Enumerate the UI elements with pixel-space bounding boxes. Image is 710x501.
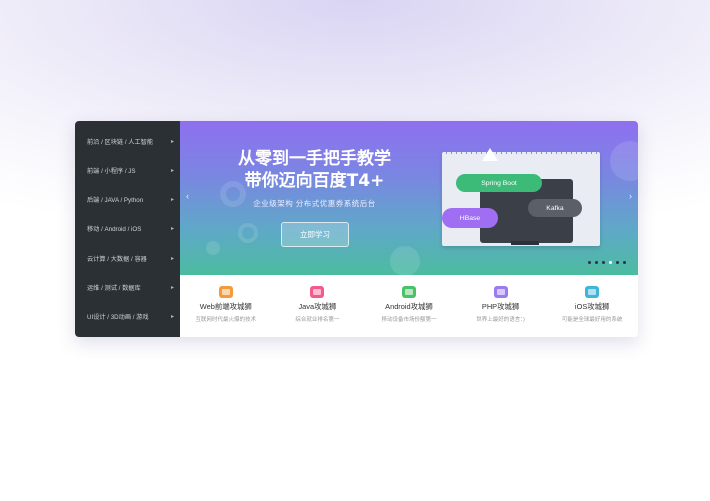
carousel-dot[interactable] xyxy=(602,261,605,264)
course-name: Android攻城狮 xyxy=(385,302,433,311)
course-desc: 综合就业排名第一 xyxy=(295,317,340,323)
chevron-right-icon: ▸ xyxy=(170,313,174,320)
sidebar-item-label: 云计算 / 大数据 / 容器 xyxy=(87,255,147,263)
chevron-right-icon: ▸ xyxy=(170,197,174,204)
main-area: 从零到一手把手教学 带你迈向百度T4+ 企业级架构 分布式优惠券系统后台 立即学… xyxy=(180,121,638,337)
banner-title-line2: 带你迈向百度T4+ xyxy=(244,171,385,191)
carousel-dot[interactable] xyxy=(588,261,591,264)
chevron-right-icon: ▸ xyxy=(170,255,174,262)
tag-spring-boot: Spring Boot xyxy=(456,174,542,192)
course-item[interactable]: PHP攻城狮 世界上最好的语言：) xyxy=(456,286,546,323)
sidebar-item-frontier[interactable]: 前沿 / 区块链 / 人工智能 ▸ xyxy=(75,129,180,155)
course-item[interactable]: Java攻城狮 综合就业排名第一 xyxy=(272,286,362,323)
course-item[interactable]: iOS攻城狮可能是全球最好用的系统 xyxy=(547,286,637,323)
sidebar-item-ops[interactable]: 运维 / 测试 / 数据库 ▸ xyxy=(75,274,180,300)
sidebar-item-label: UI设计 / 3D动画 / 游戏 xyxy=(87,313,149,321)
chevron-right-icon: ▸ xyxy=(170,226,174,233)
banner-title-line1: 从零到一手把手教学 xyxy=(238,149,391,169)
course-name: iOS攻城狮 xyxy=(574,302,610,311)
sidebar-item-label: 运维 / 测试 / 数据库 xyxy=(87,284,141,292)
course-icon xyxy=(218,286,233,298)
sidebar-item-mobile[interactable]: 移动 / Android / iOS ▸ xyxy=(75,216,180,242)
course-desc: 世界上最好的语言：) xyxy=(476,317,525,323)
carousel-dot[interactable] xyxy=(595,261,598,264)
banner-subtitle: 企业级架构 分布式优惠券系统后台 xyxy=(253,199,376,208)
course-icon xyxy=(401,286,416,298)
course-icon xyxy=(493,286,508,298)
carousel-dots xyxy=(588,261,626,264)
carousel-next-button[interactable]: › xyxy=(629,191,632,201)
course-icon xyxy=(310,286,325,298)
sidebar-item-frontend[interactable]: 前端 / 小程序 / JS ▸ xyxy=(75,158,180,184)
chevron-right-icon: ▸ xyxy=(170,168,174,175)
illustration-monitor-base xyxy=(511,241,539,245)
chevron-right-icon: ▸ xyxy=(170,284,174,291)
course-list: Web前端攻城狮 互联网时代最火爆的技术 Java攻城狮 综合就业排名第一 Androi… xyxy=(180,275,638,337)
course-banner-card: 前沿 / 区块链 / 人工智能 ▸ 前端 / 小程序 / JS ▸ 后端 / J… xyxy=(75,121,638,337)
course-item[interactable]: Web前端攻城狮 互联网时代最火爆的技术 xyxy=(181,286,271,323)
course-desc: 可能是全球最好用的系统 xyxy=(561,317,623,323)
sidebar-item-backend[interactable]: 后端 / JAVA / Python ▸ xyxy=(75,187,180,213)
decor-circle xyxy=(238,223,258,243)
sidebar-item-cloud[interactable]: 云计算 / 大数据 / 容器 ▸ xyxy=(75,245,180,271)
start-learning-button[interactable]: 立即学习 xyxy=(281,222,349,247)
decor-dot xyxy=(390,246,420,275)
tag-kafka: Kafka xyxy=(528,199,582,217)
sidebar-item-label: 移动 / Android / iOS xyxy=(87,226,142,234)
carousel-dot[interactable] xyxy=(623,261,626,264)
course-icon xyxy=(585,286,600,298)
course-desc: 互联网时代最火爆的技术 xyxy=(195,317,257,323)
course-item[interactable]: Android攻城狮 移动设备市场份额第一 xyxy=(364,286,454,323)
warning-icon xyxy=(482,148,498,161)
category-sidebar: 前沿 / 区块链 / 人工智能 ▸ 前端 / 小程序 / JS ▸ 后端 / J… xyxy=(75,121,180,337)
sidebar-item-label: 前端 / 小程序 / JS xyxy=(87,168,136,176)
chevron-right-icon: ▸ xyxy=(170,139,174,146)
course-name: Java攻城狮 xyxy=(298,302,337,311)
course-name: Web前端攻城狮 xyxy=(199,302,252,311)
sidebar-item-design[interactable]: UI设计 / 3D动画 / 游戏 ▸ xyxy=(75,303,180,329)
course-desc: 移动设备市场份额第一 xyxy=(381,317,437,323)
sidebar-item-label: 后端 / JAVA / Python xyxy=(87,197,144,205)
sidebar-item-label: 前沿 / 区块链 / 人工智能 xyxy=(87,139,154,147)
course-name: PHP攻城狮 xyxy=(481,302,520,311)
carousel-prev-button[interactable]: ‹ xyxy=(186,191,189,201)
tag-hbase: HBase xyxy=(442,208,498,228)
carousel-dot[interactable] xyxy=(616,261,619,264)
decor-dot xyxy=(610,141,638,181)
hero-carousel[interactable]: 从零到一手把手教学 带你迈向百度T4+ 企业级架构 分布式优惠券系统后台 立即学… xyxy=(180,121,638,275)
decor-dot xyxy=(206,241,220,255)
carousel-dot[interactable] xyxy=(609,261,612,264)
